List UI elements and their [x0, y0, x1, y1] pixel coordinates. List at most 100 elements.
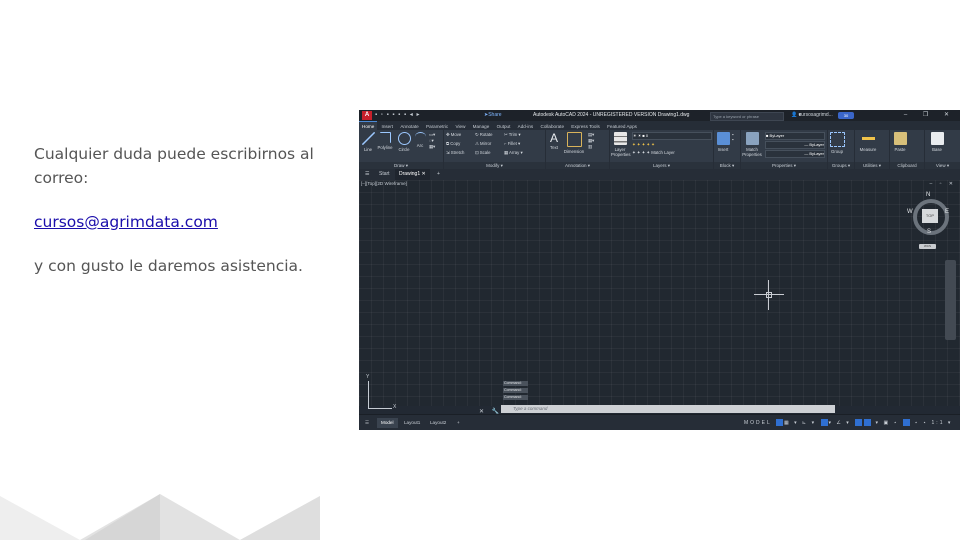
groups-panel-title[interactable]: Groups ▾: [828, 162, 854, 169]
compass-north: N: [926, 192, 931, 198]
circle-tool[interactable]: Circle: [396, 132, 412, 152]
block-more-icon[interactable]: ▪ ▪: [732, 132, 734, 142]
viewcube-top-face[interactable]: TOP: [922, 209, 938, 223]
layout-menu-icon[interactable]: ☰: [361, 418, 373, 428]
match-layer-tool[interactable]: ✦ ✦ ✦ ✦ Match Layer: [632, 150, 675, 156]
ucs-y-axis: [368, 381, 369, 409]
ribbon-tabs: Home Insert Annotate Parametric View Man…: [359, 121, 960, 131]
annotation-scale[interactable]: 1:1: [932, 420, 945, 426]
status-toggles[interactable]: MODEL ▦ ▾ ⊾ ▾ ▾ ∠ ▾ ▾ ▣ ⋆ ⋆ ⋆ 1:1 ▾ ⚙ ▾ …: [744, 415, 960, 430]
email-link[interactable]: cursos@agrimdata.com: [34, 213, 218, 231]
array-tool[interactable]: ▦ Array ▾: [504, 150, 523, 156]
draw-panel-title[interactable]: Draw ▾: [359, 162, 443, 169]
polyline-icon: [379, 132, 391, 143]
model-space-label[interactable]: MODEL: [744, 420, 772, 426]
lineweight-dropdown[interactable]: — ByLayer: [765, 150, 825, 158]
layer-dropdown[interactable]: ☀ ☀ ■ 0: [632, 132, 712, 140]
annotation-panel: A Text Dimension ▤▾ ▦▾ ▥ Annotation ▾: [546, 130, 610, 169]
move-tool[interactable]: ✥ Move: [446, 132, 461, 138]
dimension-tool[interactable]: Dimension: [562, 132, 586, 154]
annotation-more-icon[interactable]: ▤▾ ▦▾ ▥: [588, 132, 594, 150]
annotation-panel-title[interactable]: Annotation ▾: [546, 162, 609, 169]
title-bar: A ▪ ▫ ▪ ▪ ▪ ▪ ◂ ▸ ➤ Share Autodesk AutoC…: [359, 110, 960, 121]
groups-panel: Group Groups ▾: [828, 130, 855, 169]
share-button[interactable]: ➤ Share: [484, 110, 502, 121]
status-bar: ☰ Model Layout1 Layout2 + MODEL ▦ ▾ ⊾ ▾ …: [359, 414, 960, 430]
measure-icon: [861, 132, 875, 145]
tab-drawing1[interactable]: Drawing1 ✕: [395, 169, 430, 180]
compass-south: S: [927, 229, 932, 235]
wcs-menu[interactable]: WCS: [919, 244, 936, 249]
polyline-tool[interactable]: Polyline: [375, 132, 395, 150]
match-properties-icon: [745, 132, 759, 145]
quick-access-toolbar[interactable]: ▪ ▫ ▪ ▪ ▪ ▪ ◂ ▸: [375, 110, 420, 121]
user-account[interactable]: 👤 cursosagrimd... ▾: [791, 110, 833, 121]
utilities-panel-title[interactable]: Utilities ▾: [855, 162, 889, 169]
view-panel-title[interactable]: View ▾: [925, 162, 960, 169]
tab-model[interactable]: Model: [377, 418, 398, 428]
file-tabs-menu-icon[interactable]: ☰: [361, 169, 373, 180]
block-panel-title[interactable]: Block ▾: [714, 162, 740, 169]
layers-panel-title[interactable]: Layers ▾: [610, 162, 713, 169]
insert-tool[interactable]: Insert: [715, 132, 731, 152]
viewport-label[interactable]: [–][Top][2D Wireframe]: [361, 181, 407, 186]
rotate-tool[interactable]: ↻ Rotate: [475, 132, 492, 138]
group-tool[interactable]: Group: [829, 132, 845, 154]
navigation-bar[interactable]: [945, 260, 956, 340]
new-tab-icon[interactable]: +: [433, 169, 444, 180]
file-tabs: ☰ Start Drawing1 ✕ +: [359, 169, 960, 180]
contact-text-block: Cualquier duda puede escribirnos al corr…: [34, 142, 334, 278]
base-tool[interactable]: Base: [929, 132, 945, 152]
scale-tool[interactable]: ⊡ Scale: [475, 150, 491, 156]
ucs-y-label: Y: [366, 374, 370, 380]
arc-icon: [414, 132, 426, 141]
ucs-x-axis: [368, 408, 392, 409]
tab-layout1[interactable]: Layout1: [400, 418, 424, 428]
arc-tool[interactable]: Arc: [413, 132, 427, 148]
view-panel: Base View ▾: [925, 130, 960, 169]
fillet-tool[interactable]: ⌐ Fillet ▾: [504, 141, 520, 147]
clipboard-panel: Paste Clipboard: [890, 130, 925, 169]
command-history-line: Command:: [503, 381, 528, 386]
window-controls[interactable]: – ❐ ✕: [904, 110, 956, 121]
layer-tools-icon[interactable]: ✦ ✦ ✦ ✦ ✦: [632, 142, 655, 148]
circle-icon: [397, 132, 411, 145]
command-history-line: Command:: [503, 395, 528, 400]
utilities-panel: Measure Utilities ▾: [855, 130, 890, 169]
cloud-badge[interactable]: 30: [838, 112, 854, 119]
draw-more-icon[interactable]: ▭▾ ◌▾ ▦▾: [429, 132, 435, 150]
paste-tool[interactable]: Paste: [892, 132, 908, 152]
clipboard-panel-title[interactable]: Clipboard: [890, 162, 924, 169]
line-tool[interactable]: Line: [361, 132, 375, 152]
drawing-canvas[interactable]: [–][Top][2D Wireframe] – ▫ ✕ TOP N S E W…: [359, 180, 960, 415]
tab-layout2[interactable]: Layout2: [426, 418, 450, 428]
tab-start[interactable]: Start: [375, 169, 394, 180]
search-input[interactable]: Type a keyword or phrase: [710, 112, 784, 121]
base-icon: [930, 132, 944, 145]
command-input[interactable]: Type a command: [501, 405, 835, 413]
color-dropdown[interactable]: ■ ByLayer: [765, 132, 825, 140]
autocad-logo-icon[interactable]: A: [362, 111, 372, 120]
stretch-tool[interactable]: ⇲ Stretch: [446, 150, 464, 156]
layer-properties-tool[interactable]: Layer Properties: [611, 132, 631, 157]
match-properties-tool[interactable]: Match Properties: [742, 132, 762, 157]
mirror-tool[interactable]: ⚠ Mirror: [475, 141, 491, 147]
properties-panel-title[interactable]: Properties ▾: [741, 162, 827, 169]
modify-panel-title[interactable]: Modify ▾: [444, 162, 545, 169]
paste-icon: [893, 132, 907, 145]
text-tool[interactable]: A Text: [547, 131, 561, 150]
trim-tool[interactable]: ✂ Trim ▾: [504, 132, 521, 138]
block-panel: Insert ▪ ▪ Block ▾: [714, 130, 741, 169]
ribbon: Line Polyline Circle Arc ▭▾ ◌▾ ▦▾ Draw ▾ ✥…: [359, 130, 960, 170]
viewport-controls[interactable]: – ▫ ✕: [929, 181, 956, 187]
measure-tool[interactable]: Measure: [857, 132, 879, 152]
copy-tool[interactable]: ⧉ Copy: [446, 141, 460, 146]
draw-panel: Line Polyline Circle Arc ▭▾ ◌▾ ▦▾ Draw ▾: [359, 130, 444, 169]
modify-panel: ✥ Move ⧉ Copy ⇲ Stretch ↻ Rotate ⚠ Mirro…: [444, 130, 546, 169]
line-icon: [361, 132, 375, 145]
linetype-dropdown[interactable]: — ByLayer: [765, 141, 825, 149]
add-layout-icon[interactable]: +: [453, 418, 464, 428]
viewcube[interactable]: TOP N S E W: [907, 192, 955, 240]
properties-panel: Match Properties ■ ByLayer — ByLayer — B…: [741, 130, 828, 169]
command-history-line: Command:: [503, 388, 528, 393]
